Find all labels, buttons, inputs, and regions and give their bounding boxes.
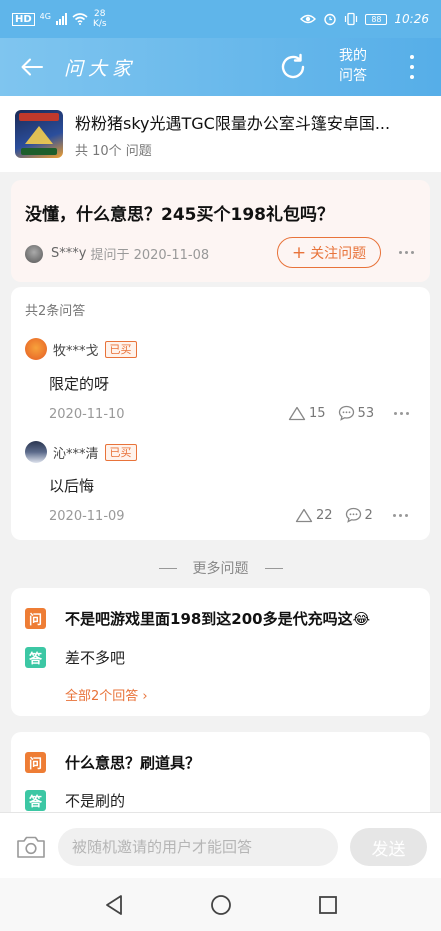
page-title: 问大家 — [64, 57, 137, 80]
answer-date: 2020-11-09 — [49, 509, 125, 524]
avatar — [25, 338, 47, 360]
eye-comfort-icon — [300, 14, 317, 24]
battery-icon: 88 — [365, 13, 388, 25]
answer-tag: 答 — [25, 647, 46, 668]
reply-input[interactable] — [58, 828, 338, 866]
related-question-text: 什么意思？刷道具？ — [65, 754, 201, 772]
more-options-button[interactable] — [400, 53, 424, 81]
alarm-icon — [324, 13, 337, 26]
purchased-badge: 已买 — [104, 340, 137, 358]
answer-more-button[interactable] — [394, 411, 410, 415]
like-button[interactable]: 22 — [295, 508, 333, 523]
related-question-text: 不是吧游戏里面198到这200多是代充吗这😂 — [65, 610, 371, 628]
square-recents-icon — [318, 895, 337, 914]
purchased-badge: 已买 — [104, 443, 137, 461]
triangle-back-icon — [105, 894, 122, 915]
camera-icon — [17, 836, 45, 858]
answer-more-button[interactable] — [392, 513, 408, 517]
avatar — [25, 244, 43, 263]
answer-text: 以后悔 — [49, 477, 95, 495]
hd-indicator: HD — [12, 12, 35, 26]
related-answer-text: 不是刷的 — [65, 792, 126, 810]
nav-back-button[interactable] — [94, 885, 134, 925]
question-more-button[interactable] — [399, 251, 414, 254]
more-questions-divider: 更多问题 — [0, 559, 441, 577]
camera-button[interactable] — [16, 835, 46, 859]
answer-text: 限定的呀 — [49, 375, 110, 393]
reply-bar: 发送 — [0, 812, 441, 878]
all-answers-link[interactable]: 全部2个回答 › — [65, 685, 148, 704]
comment-icon — [345, 507, 361, 523]
answers-count: 共2条问答 — [25, 304, 86, 319]
question-tag: 问 — [25, 608, 46, 629]
status-bar: HD 4G 28 K/s 88 10:26 — [0, 0, 441, 38]
triangle-up-icon — [288, 406, 306, 420]
nav-recents-button[interactable] — [308, 885, 348, 925]
asked-date: 提问于 2020-11-08 — [90, 248, 210, 263]
comment-button[interactable]: 2 — [345, 507, 373, 523]
answer-user-name: 牧***戈 — [53, 343, 99, 359]
game-thumbnail — [15, 110, 63, 158]
arrow-left-icon — [21, 58, 43, 76]
related-question-card[interactable]: 问 不是吧游戏里面198到这200多是代充吗这😂 答 差不多吧 全部2个回答 › — [11, 588, 430, 716]
clock: 10:26 — [394, 12, 429, 26]
refresh-icon — [281, 53, 305, 79]
game-title: 粉粉猪sky光遇TGC限量办公室斗篷安卓国... — [75, 113, 391, 133]
app-header: 问大家 我的 问答 — [0, 38, 441, 96]
asker-name: S***y — [51, 246, 87, 261]
triangle-up-icon — [295, 508, 313, 522]
nav-home-button[interactable] — [201, 885, 241, 925]
answer-tag: 答 — [25, 790, 46, 811]
signal-icon — [55, 13, 67, 25]
question-tag: 问 — [25, 752, 46, 773]
refresh-button[interactable] — [278, 52, 308, 82]
question-text: 没懂，什么意思？245买个198礼包吗？ — [25, 205, 334, 225]
game-summary[interactable]: 粉粉猪sky光遇TGC限量办公室斗篷安卓国... 共 10个 问题 — [0, 96, 441, 172]
circle-home-icon — [210, 894, 231, 915]
asker-info: S***y 提问于 2020-11-08 — [25, 244, 209, 263]
send-button[interactable]: 发送 — [350, 828, 427, 866]
chevron-right-icon: › — [142, 689, 148, 704]
like-button[interactable]: 15 — [288, 406, 326, 421]
network-speed: 28 K/s — [92, 9, 107, 29]
my-qa-button[interactable]: 我的 问答 — [332, 46, 374, 86]
back-button[interactable] — [0, 38, 64, 96]
question-card: 没懂，什么意思？245买个198礼包吗？ S***y 提问于 2020-11-0… — [11, 180, 430, 282]
vibrate-icon — [345, 12, 358, 26]
comment-icon — [338, 405, 354, 421]
answer-user-name: 沁***清 — [53, 446, 99, 462]
answers-card: 共2条问答 牧***戈 已买 限定的呀 2020-11-10 15 53 沁**… — [11, 287, 430, 540]
avatar — [25, 441, 47, 463]
system-nav-bar — [0, 878, 441, 931]
comment-button[interactable]: 53 — [338, 405, 374, 421]
wifi-icon — [72, 13, 88, 25]
network-type: 4G — [39, 11, 51, 21]
related-answer-text: 差不多吧 — [65, 649, 126, 667]
answer-date: 2020-11-10 — [49, 407, 125, 422]
follow-question-button[interactable]: + 关注问题 — [277, 237, 381, 268]
question-count: 共 10个 问题 — [75, 143, 152, 159]
